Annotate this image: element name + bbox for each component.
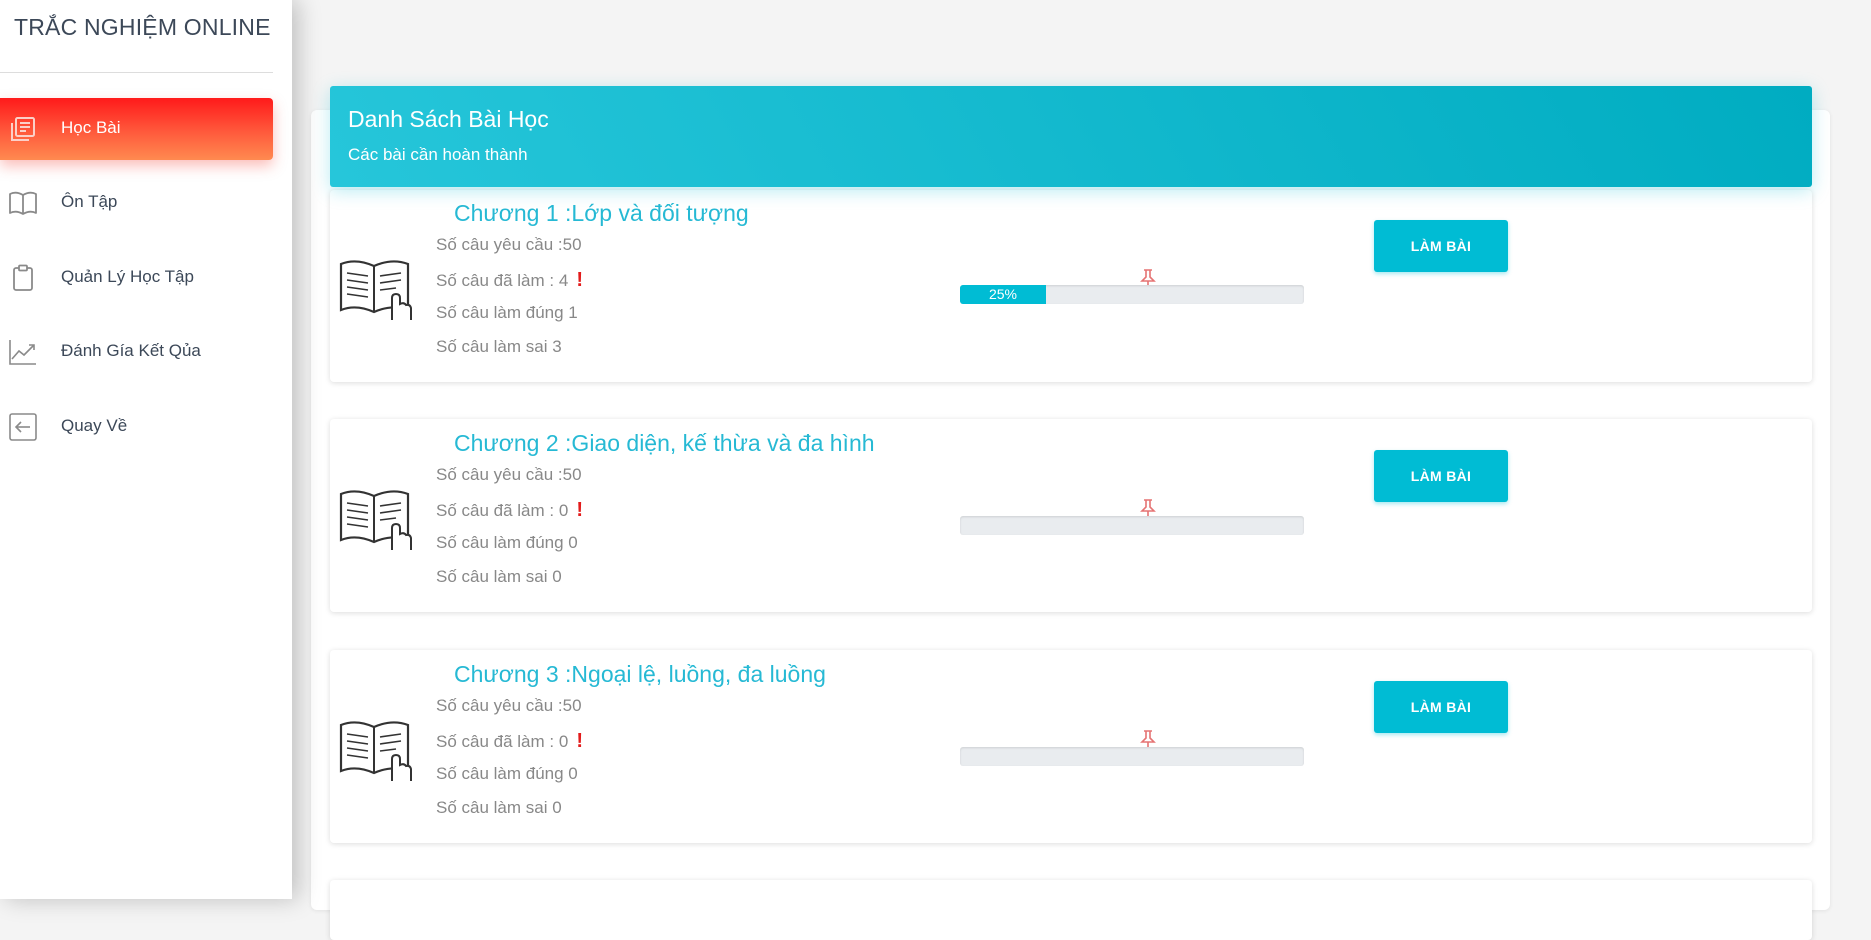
- stat-done: Số câu đã làm : 0!: [436, 499, 583, 522]
- progress-fill: 25%: [960, 285, 1046, 304]
- page-title: Danh Sách Bài Học: [348, 106, 549, 132]
- stat-correct: Số câu làm đúng 0: [436, 764, 578, 783]
- open-book-hand-icon: [339, 721, 412, 781]
- stat-done: Số câu đã làm : 4!: [436, 269, 583, 292]
- stat-done-text: Số câu đã làm : 0: [436, 732, 569, 751]
- clipboard-icon: [13, 264, 33, 291]
- stat-correct: Số câu làm đúng 1: [436, 303, 578, 322]
- sidebar-item-label: Học Bài: [61, 118, 121, 137]
- library-books-icon: [11, 117, 35, 141]
- book-open-icon: [9, 191, 37, 215]
- pin-icon: [1140, 730, 1156, 748]
- brand-title: TRẮC NGHIỆM ONLINE: [14, 14, 271, 40]
- sidebar-item-label: Đánh Gía Kết Qủa: [61, 341, 201, 360]
- trending-up-icon: [9, 340, 36, 365]
- exclamation-icon: !: [576, 499, 583, 521]
- sidebar-item-quay-ve[interactable]: Quay Về: [0, 396, 273, 458]
- progress-bar: 25%: [960, 285, 1304, 304]
- lesson-title[interactable]: Chương 1 :Lớp và đối tượng: [454, 200, 749, 227]
- sidebar-item-danh-gia-ket-qua[interactable]: Đánh Gía Kết Qủa: [0, 321, 273, 383]
- open-book-hand-icon: [339, 490, 412, 550]
- lam-bai-button[interactable]: LÀM BÀI: [1374, 681, 1508, 733]
- sidebar-item-hoc-bai[interactable]: Học Bài: [0, 98, 273, 160]
- pin-icon: [1140, 499, 1156, 517]
- lesson-item-partial: [330, 880, 1812, 940]
- page-subtitle: Các bài cần hoàn thành: [348, 145, 528, 164]
- progress-bar: [960, 747, 1304, 766]
- sidebar-divider: [0, 72, 273, 73]
- lesson-item: Chương 2 :Giao diện, kế thừa và đa hình …: [330, 419, 1812, 612]
- sidebar-item-label: Ôn Tập: [61, 192, 118, 211]
- arrow-left-box-icon: [9, 413, 37, 441]
- stat-correct: Số câu làm đúng 0: [436, 533, 578, 552]
- sidebar: TRẮC NGHIỆM ONLINE Học Bài Ôn Tập Quản L…: [0, 0, 292, 899]
- lesson-title[interactable]: Chương 2 :Giao diện, kế thừa và đa hình: [454, 430, 875, 457]
- lesson-title[interactable]: Chương 3 :Ngoại lệ, luồng, đa luồng: [454, 661, 826, 688]
- stat-required: Số câu yêu cầu :50: [436, 235, 582, 254]
- lam-bai-button[interactable]: LÀM BÀI: [1374, 450, 1508, 502]
- exclamation-icon: !: [576, 730, 583, 752]
- sidebar-item-label: Quay Về: [61, 416, 128, 435]
- stat-done-text: Số câu đã làm : 4: [436, 271, 569, 290]
- open-book-hand-icon: [339, 260, 412, 320]
- stat-done: Số câu đã làm : 0!: [436, 730, 583, 753]
- stat-wrong: Số câu làm sai 0: [436, 567, 562, 586]
- progress-bar: [960, 516, 1304, 535]
- lesson-item: Chương 1 :Lớp và đối tượng Số câu yêu cầ…: [330, 190, 1812, 382]
- sidebar-item-label: Quản Lý Học Tập: [61, 267, 194, 286]
- card-header: Danh Sách Bài Học Các bài cần hoàn thành: [330, 86, 1812, 187]
- stat-required: Số câu yêu cầu :50: [436, 465, 582, 484]
- stat-required: Số câu yêu cầu :50: [436, 696, 582, 715]
- exclamation-icon: !: [576, 269, 583, 291]
- stat-wrong: Số câu làm sai 3: [436, 337, 562, 356]
- sidebar-item-quan-ly-hoc-tap[interactable]: Quản Lý Học Tập: [0, 247, 273, 309]
- stat-done-text: Số câu đã làm : 0: [436, 501, 569, 520]
- sidebar-item-on-tap[interactable]: Ôn Tập: [0, 172, 273, 234]
- stat-wrong: Số câu làm sai 0: [436, 798, 562, 817]
- lesson-item: Chương 3 :Ngoại lệ, luồng, đa luồng Số c…: [330, 650, 1812, 843]
- lam-bai-button[interactable]: LÀM BÀI: [1374, 220, 1508, 272]
